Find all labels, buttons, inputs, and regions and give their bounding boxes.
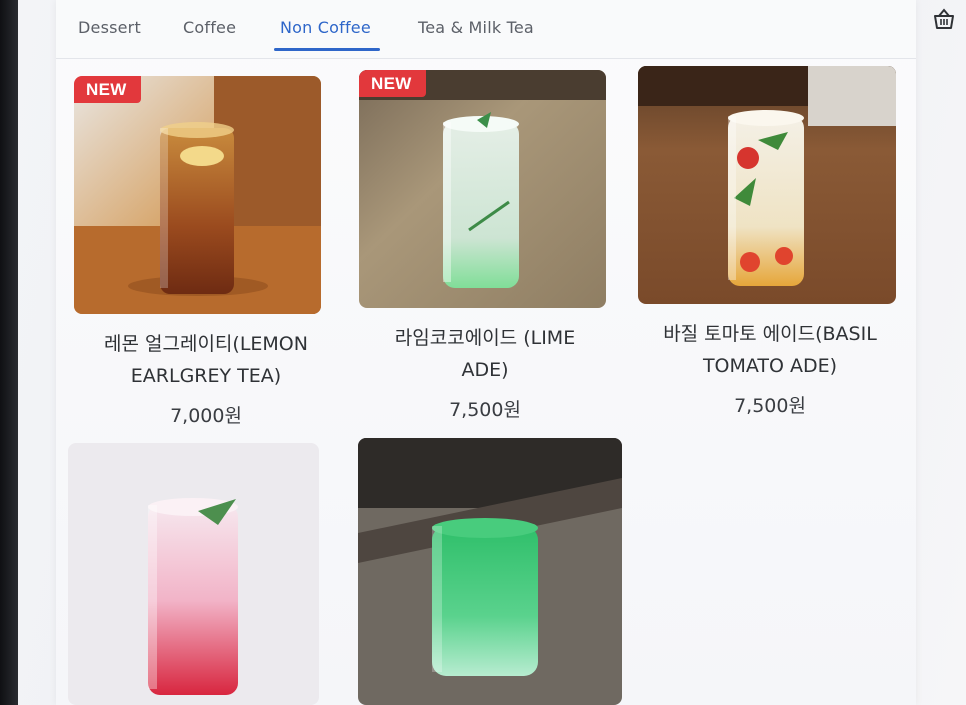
cart-button[interactable] — [932, 8, 956, 30]
product-card-lemon-earlgrey[interactable]: NEW 레몬 얼그레이티(LEMON EARLGREY TEA) 7,000원 — [74, 76, 338, 427]
product-image: NEW — [359, 70, 606, 308]
product-image: NEW — [74, 76, 321, 314]
active-tab-indicator — [274, 48, 380, 51]
product-card-lime-ade[interactable]: NEW 라임코코에이드 (LIME ADE) 7,500원 — [359, 70, 614, 421]
product-image — [638, 66, 896, 304]
product-price: 7,500원 — [734, 395, 806, 417]
new-badge: NEW — [359, 70, 426, 97]
product-name: 라임코코에이드 (LIME ADE) — [394, 327, 576, 381]
product-card-green-latte[interactable] — [358, 438, 622, 705]
category-tabs: Dessert Coffee Non Coffee Tea & Milk Tea — [56, 0, 916, 59]
product-name: 바질 토마토 에이드(BASIL TOMATO ADE) — [663, 323, 877, 377]
product-card-berry-ade[interactable] — [68, 443, 320, 705]
basket-icon — [934, 8, 954, 29]
product-price: 7,000원 — [170, 405, 242, 427]
tab-dessert[interactable]: Dessert — [78, 18, 141, 37]
menu-panel: Dessert Coffee Non Coffee Tea & Milk Tea — [56, 0, 916, 705]
product-card-basil-tomato-ade[interactable]: 바질 토마토 에이드(BASIL TOMATO ADE) 7,500원 — [638, 66, 908, 417]
tab-non-coffee[interactable]: Non Coffee — [280, 18, 371, 37]
product-price: 7,500원 — [449, 399, 521, 421]
product-image — [68, 443, 319, 705]
tab-tea-milk-tea[interactable]: Tea & Milk Tea — [418, 18, 534, 37]
screen-bezel — [0, 0, 18, 705]
tab-coffee[interactable]: Coffee — [183, 18, 236, 37]
product-name: 레몬 얼그레이티(LEMON EARLGREY TEA) — [104, 333, 308, 387]
new-badge: NEW — [74, 76, 141, 103]
kiosk-screen: Dessert Coffee Non Coffee Tea & Milk Tea — [18, 0, 966, 705]
product-image — [358, 438, 622, 705]
